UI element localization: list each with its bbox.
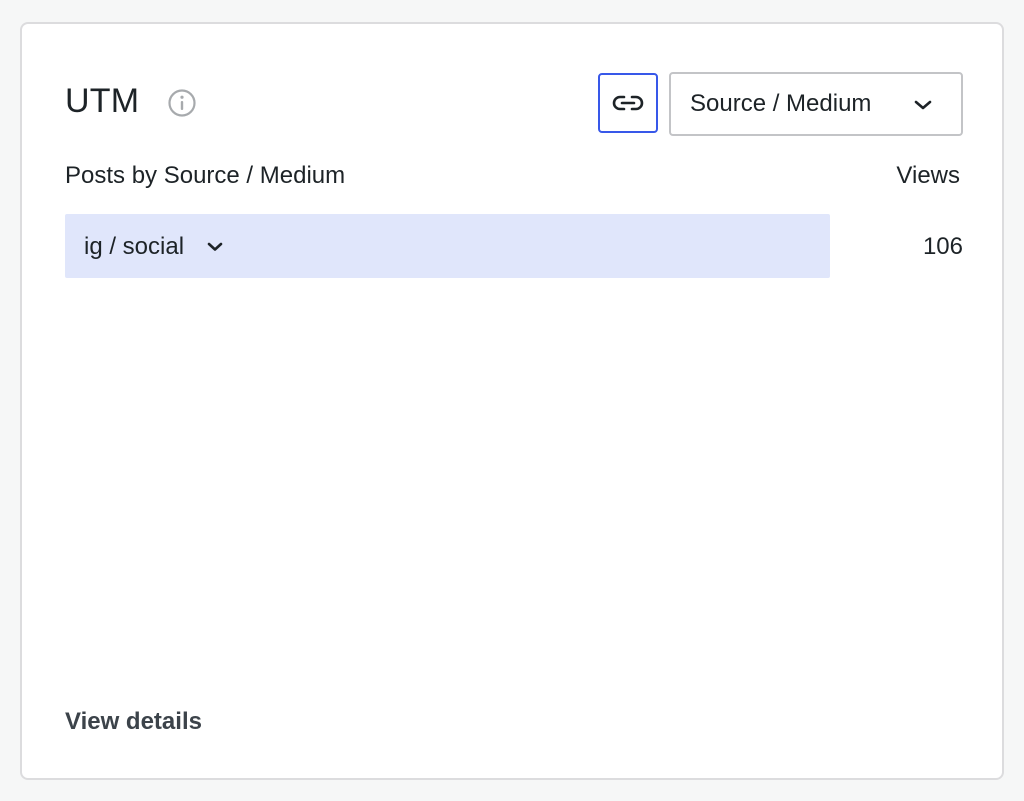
info-icon[interactable] [167, 88, 197, 118]
row-views-value: 106 [922, 233, 963, 260]
copy-link-button[interactable] [598, 73, 658, 133]
card-title: UTM [65, 82, 140, 120]
chevron-down-icon [914, 100, 932, 110]
row-label: ig / social [84, 233, 185, 260]
link-icon [612, 95, 644, 111]
chevron-down-icon [207, 242, 223, 251]
table-row: ig / social 106 [65, 214, 963, 278]
utm-card: UTM Source / Medium Posts by Source / Me… [20, 22, 1004, 780]
view-details-link[interactable]: View details [65, 708, 202, 736]
select-selected-value: Source / Medium [690, 90, 872, 117]
table-heading: Posts by Source / Medium [65, 162, 346, 189]
views-column-heading: Views [896, 162, 960, 189]
source-medium-select[interactable]: Source / Medium [669, 72, 963, 136]
row-expand-toggle[interactable]: ig / social [65, 214, 830, 278]
